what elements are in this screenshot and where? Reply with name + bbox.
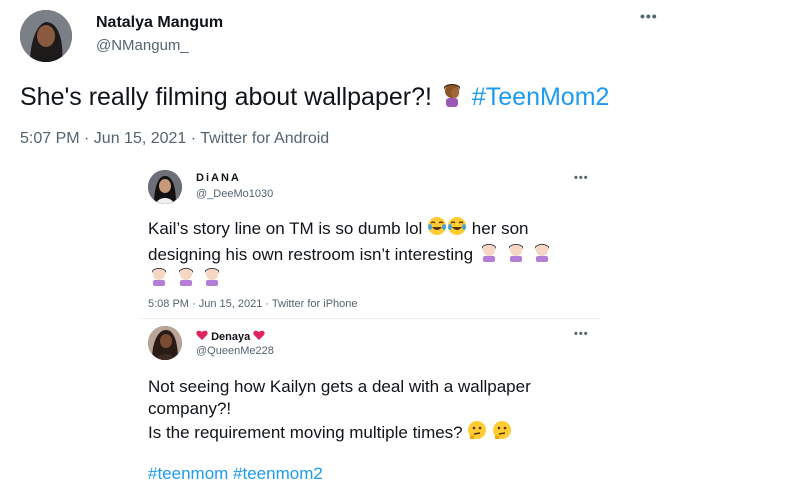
divider <box>140 318 600 319</box>
tears-of-joy-icon <box>447 216 467 243</box>
tears-of-joy-icon <box>427 216 447 243</box>
tweet-text-segment: designing his own restroom isn’t interes… <box>148 244 474 264</box>
author-handle[interactable]: @_DeeMo1030 <box>196 188 273 200</box>
tweet-text-segment: her son <box>471 218 529 238</box>
tweet-text-line: Not seeing how Kailyn gets a deal with a… <box>148 377 531 396</box>
tweet-meta[interactable]: 5:08 PM · Jun 15, 2021 · Twitter for iPh… <box>148 298 358 310</box>
tweet-text-body: She's really filming about wallpaper?! <box>20 83 432 111</box>
tweet-text: She's really filming about wallpaper?! #… <box>20 80 609 116</box>
tweet-text-line: company?! <box>148 399 232 418</box>
avatar[interactable] <box>20 10 72 62</box>
author-handle[interactable]: @QueenMe228 <box>196 345 274 357</box>
tweet-text-line: Is the requirement moving multiple times… <box>148 420 512 447</box>
tweet-text-segment: Is the requirement moving multiple times… <box>148 422 463 442</box>
thinking-face-icon <box>467 420 487 447</box>
heart-icon <box>196 330 208 344</box>
woman-facepalming-icon <box>478 242 500 269</box>
woman-facepalming-icon <box>505 242 527 269</box>
more-options-icon[interactable]: ••• <box>640 8 658 24</box>
avatar[interactable] <box>148 170 182 204</box>
woman-facepalming-icon <box>201 266 223 293</box>
woman-facepalming-icon <box>531 242 553 269</box>
hashtag-links[interactable]: #teenmom #teenmom2 <box>148 464 323 484</box>
author-name[interactable]: Natalya Mangum <box>96 14 223 32</box>
hashtag-link[interactable]: #TeenMom2 <box>472 83 610 111</box>
woman-facepalming-icon <box>175 266 197 293</box>
face-palm-icon <box>439 81 465 116</box>
author-name-text[interactable]: Denaya <box>211 331 250 343</box>
heart-icon <box>253 330 265 344</box>
tweet-text-line <box>148 266 223 293</box>
author-name[interactable]: DiANA <box>196 172 241 184</box>
more-options-icon[interactable]: ••• <box>574 328 589 340</box>
tweet-text-segment: Kail’s story line on TM is so dumb lol <box>148 218 423 238</box>
author-name[interactable]: Denaya <box>196 330 265 344</box>
tweet-text-line: Kail’s story line on TM is so dumb lol h… <box>148 216 529 243</box>
thinking-face-icon <box>492 420 512 447</box>
tweet-text-line: designing his own restroom isn’t interes… <box>148 242 553 269</box>
author-handle[interactable]: @NMangum_ <box>96 37 189 54</box>
woman-facepalming-icon <box>148 266 170 293</box>
avatar[interactable] <box>148 326 182 360</box>
more-options-icon[interactable]: ••• <box>574 172 589 184</box>
tweet-meta[interactable]: 5:07 PM · Jun 15, 2021 · Twitter for And… <box>20 130 329 148</box>
